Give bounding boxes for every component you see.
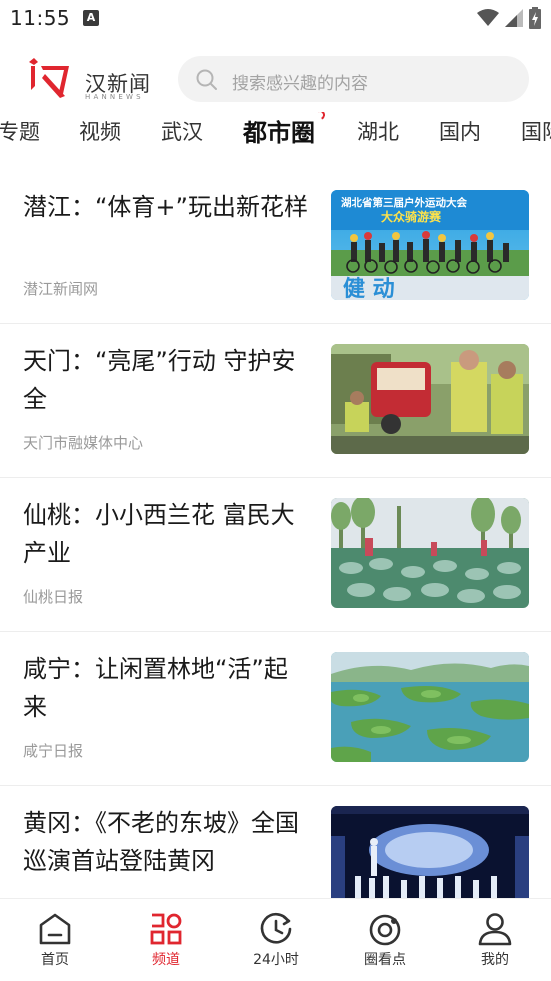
- news-source: 咸宁日报: [23, 742, 84, 760]
- nav-mine-label: 我的: [481, 952, 509, 968]
- home-icon: [39, 913, 71, 945]
- news-title: 仙桃：小小西兰花 富民大产业: [23, 501, 295, 567]
- tab-international[interactable]: 国际: [521, 116, 551, 146]
- tab-new-indicator-icon: [313, 112, 327, 122]
- banner-subheading: 大众骑游赛: [381, 209, 442, 224]
- battery-icon: [529, 7, 541, 29]
- news-title: 天门：“亮尾”行动 守护安全: [23, 347, 296, 413]
- search-placeholder: 搜索感兴趣的内容: [232, 74, 368, 94]
- nav-24h[interactable]: 24小时: [236, 911, 316, 969]
- tab-domestic[interactable]: 国内: [439, 116, 481, 146]
- news-title: 咸宁：让闲置林地“活”起来: [23, 655, 288, 721]
- news-item[interactable]: 仙桃：小小西兰花 富民大产业 仙桃日报: [0, 478, 551, 632]
- user-icon: [478, 913, 512, 946]
- tab-wuhan[interactable]: 武汉: [161, 116, 203, 146]
- nav-highlights-label: 圈看点: [364, 952, 406, 968]
- status-icons: [477, 7, 541, 29]
- signal-icon: [505, 9, 523, 27]
- nav-mine[interactable]: 我的: [455, 911, 535, 969]
- nav-home-label: 首页: [41, 952, 69, 968]
- news-title: 黄冈：《不老的东坡》全国巡演首站登陆黄冈: [23, 809, 299, 875]
- tab-hubei[interactable]: 湖北: [357, 116, 399, 146]
- status-bar: 11:55 A: [0, 0, 551, 38]
- logo-mark-icon: [29, 58, 69, 98]
- tab-video[interactable]: 视频: [79, 116, 121, 146]
- channel-icon: [150, 913, 182, 945]
- lake-image: [331, 652, 529, 762]
- bottom-nav: 首页 频道 24小时 圈看点 我的: [0, 898, 551, 981]
- news-title: 潜江：“体育+”玩出新花样: [23, 193, 308, 221]
- officers-image: [331, 344, 529, 454]
- nav-home[interactable]: 首页: [15, 911, 95, 969]
- nav-24h-label: 24小时: [253, 952, 299, 968]
- tab-metro[interactable]: 都市圈: [243, 113, 315, 148]
- news-item[interactable]: 潜江：“体育+”玩出新花样 潜江新闻网 湖北省第三届户外运动大会 大众骑游赛 健…: [0, 170, 551, 324]
- news-source: 天门市融媒体中心: [23, 434, 144, 452]
- tab-topics[interactable]: 专题: [0, 116, 40, 146]
- notification-icon: A: [83, 10, 99, 26]
- wifi-icon: [477, 9, 499, 26]
- news-list: 潜江：“体育+”玩出新花样 潜江新闻网 湖北省第三届户外运动大会 大众骑游赛 健…: [0, 170, 551, 898]
- banner-heading: 湖北省第三届户外运动大会: [341, 196, 467, 209]
- nav-channel[interactable]: 频道: [126, 911, 206, 969]
- field-image: [331, 498, 529, 608]
- status-time: 11:55: [10, 6, 71, 30]
- nav-highlights[interactable]: 圈看点: [345, 911, 425, 969]
- header: 汉新闻 HANNEWS 搜索感兴趣的内容: [0, 48, 551, 110]
- search-input[interactable]: 搜索感兴趣的内容: [178, 56, 529, 102]
- app-logo: 汉新闻 HANNEWS: [27, 56, 157, 102]
- news-item[interactable]: 咸宁：让闲置林地“活”起来 咸宁日报: [0, 632, 551, 786]
- clock-icon: [260, 912, 292, 944]
- search-icon: [196, 69, 217, 90]
- target-icon: [369, 914, 401, 946]
- news-item[interactable]: 天门：“亮尾”行动 守护安全 天门市融媒体中心: [0, 324, 551, 478]
- news-source: 仙桃日报: [23, 588, 84, 606]
- banner-image: 湖北省第三届户外运动大会 大众骑游赛 健 动: [331, 190, 529, 300]
- nav-channel-label: 频道: [152, 952, 180, 968]
- news-source: 潜江新闻网: [23, 280, 99, 298]
- channel-tabs: 专题 视频 武汉 都市圈 湖北 国内 国际: [0, 112, 551, 156]
- news-item[interactable]: 黄冈：《不老的东坡》全国巡演首站登陆黄冈: [0, 786, 551, 898]
- logo-english: HANNEWS: [85, 93, 144, 101]
- stage-image: [331, 806, 529, 898]
- banner-footer: 健 动: [343, 276, 395, 300]
